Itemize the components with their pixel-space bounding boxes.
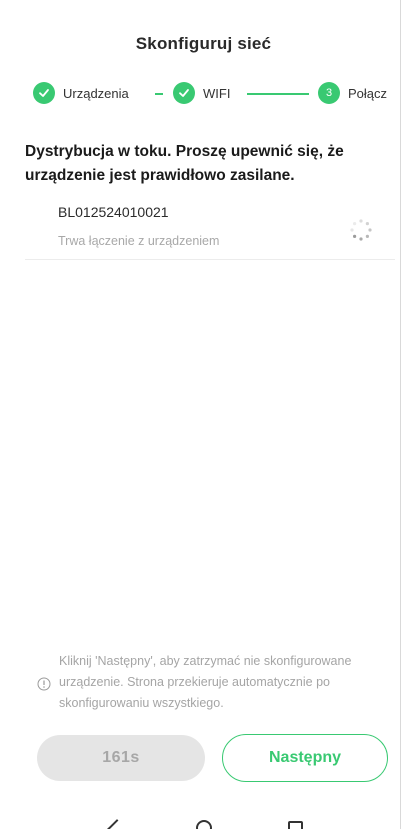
notice-text: Kliknij 'Następny', aby zatrzymać nie sk… xyxy=(59,654,352,710)
step-label: WIFI xyxy=(203,85,231,101)
nav-home-icon[interactable] xyxy=(196,820,212,829)
step-urzadzenia: Urządzenia xyxy=(33,82,129,104)
step-connector xyxy=(247,93,309,95)
page-title: Skonfiguruj sieć xyxy=(135,34,272,53)
screen-edge-divider xyxy=(400,0,401,829)
device-status: Trwa łączenie z urządzeniem xyxy=(58,234,220,248)
stepper: Urządzenia WIFI 3 Połącz xyxy=(33,82,407,104)
timer-button: 161s xyxy=(37,735,205,781)
check-icon xyxy=(33,82,55,104)
check-icon xyxy=(173,82,195,104)
device-id: BL012524010021 xyxy=(58,204,169,220)
info-icon xyxy=(37,677,51,691)
step-number: 3 xyxy=(318,82,340,104)
distribution-heading: Dystrybucja w toku. Proszę upewnić się, … xyxy=(25,143,344,184)
step-polacz: 3 Połącz xyxy=(318,82,387,104)
nav-back-icon[interactable] xyxy=(107,819,127,829)
step-label: Połącz xyxy=(348,85,388,101)
step-wifi: WIFI xyxy=(173,82,230,104)
device-list-item: BL012524010021 Trwa łączenie z urządzeni… xyxy=(25,198,395,260)
step-label: Urządzenia xyxy=(63,85,129,101)
system-nav-bar xyxy=(0,818,407,829)
notice: Kliknij 'Następny', aby zatrzymać nie sk… xyxy=(37,651,397,714)
next-button[interactable]: Następny xyxy=(222,734,388,782)
spinner-icon xyxy=(350,219,372,241)
nav-recent-icon[interactable] xyxy=(288,821,303,829)
step-connector xyxy=(155,93,163,95)
